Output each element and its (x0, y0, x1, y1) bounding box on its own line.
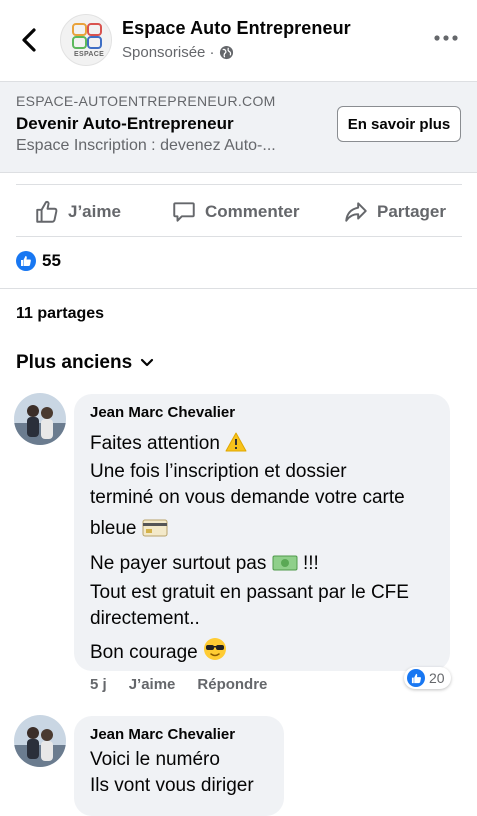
like-label: J’aime (68, 202, 121, 221)
back-button[interactable] (14, 24, 46, 56)
comment-text: Une fois l’inscription et dossier (90, 461, 347, 482)
comment-text: Tout est gratuit en passant par le CFE (90, 582, 409, 603)
thumbs-up-icon (36, 200, 58, 223)
comment-icon (173, 202, 195, 222)
divider (0, 288, 477, 289)
comment-text: bleue (90, 516, 168, 542)
page-name[interactable]: Espace Auto Entrepreneur (122, 18, 351, 39)
comment-meta: 5 j J’aime Répondre (90, 676, 267, 693)
comment-text: Ils vont vous diriger (90, 775, 254, 796)
comment-label: Commenter (205, 202, 300, 221)
sunglasses-emoji-icon (204, 638, 227, 660)
more-options-button[interactable] (432, 28, 460, 48)
comment-button[interactable]: Commenter (171, 196, 299, 228)
page-avatar[interactable]: ESPACE (60, 14, 112, 66)
like-button[interactable]: J’aime (34, 196, 121, 228)
comment-text: directement.. (90, 608, 200, 629)
share-icon (345, 202, 367, 222)
share-label: Partager (377, 202, 446, 221)
profile-photo (14, 393, 66, 445)
page-logo-text: ESPACE (74, 51, 105, 58)
comment-reactions[interactable]: 20 (404, 667, 451, 689)
credit-card-icon (142, 519, 168, 537)
page-logo-icon (72, 23, 102, 49)
comment-text: Faites attention (90, 431, 247, 457)
comment-text: Voici le numéro (90, 749, 220, 770)
sponsored-text: Sponsorisée · (122, 44, 215, 61)
globe-icon (219, 45, 233, 60)
shares-count[interactable]: 11 partages (16, 305, 104, 323)
sponsored-label: Sponsorisée · (122, 44, 234, 61)
avatar[interactable] (14, 715, 66, 767)
reactions-summary[interactable]: 55 (16, 251, 61, 271)
like-reaction-icon (407, 669, 425, 687)
comment-time: 5 j (90, 676, 107, 693)
comment-author[interactable]: Jean Marc Chevalier (90, 726, 235, 743)
comment-like-button[interactable]: J’aime (129, 676, 176, 693)
link-title: Devenir Auto-Entrepreneur (16, 114, 234, 133)
profile-photo (14, 715, 66, 767)
link-domain: ESPACE-AUTOENTREPRENEUR.COM (16, 93, 276, 109)
learn-more-button[interactable]: En savoir plus (337, 106, 461, 142)
chevron-down-icon (141, 358, 154, 367)
link-description: Espace Inscription : devenez Auto-... (16, 137, 276, 154)
reactions-count: 55 (42, 251, 61, 270)
comment-author[interactable]: Jean Marc Chevalier (90, 404, 235, 421)
comment-reply-button[interactable]: Répondre (197, 676, 267, 693)
warning-icon (225, 432, 247, 452)
sort-label: Plus anciens (16, 352, 133, 373)
divider (16, 184, 462, 185)
share-button[interactable]: Partager (343, 196, 446, 228)
divider (16, 236, 462, 237)
avatar[interactable] (14, 393, 66, 445)
comment-reaction-count: 20 (429, 670, 445, 686)
comment-text: terminé on vous demande votre carte (90, 487, 405, 508)
money-icon (272, 555, 298, 571)
comment-sort-dropdown[interactable]: Plus anciens (16, 352, 154, 374)
comment-text: Ne payer surtout pas !!! (90, 553, 319, 574)
more-icon (434, 35, 458, 41)
like-reaction-icon (16, 251, 36, 271)
chevron-left-icon (22, 28, 36, 52)
comment-text: Bon courage (90, 637, 227, 666)
